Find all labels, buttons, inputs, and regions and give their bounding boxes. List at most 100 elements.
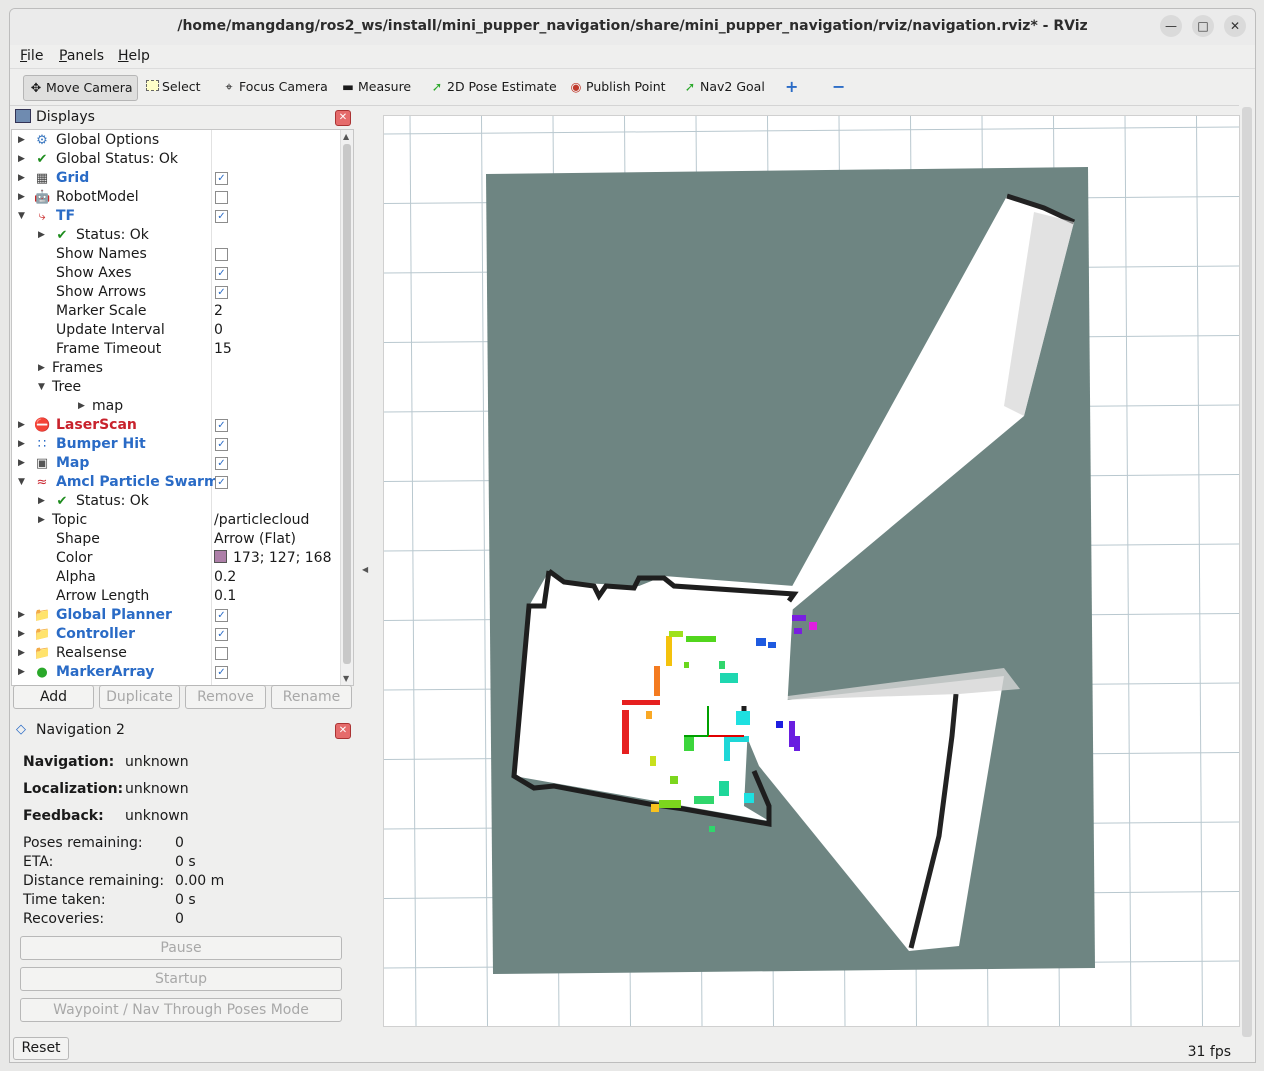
display-enable-checkbox[interactable]: ✓: [215, 267, 228, 280]
expand-right-icon[interactable]: ▶: [18, 644, 25, 663]
display-property-value[interactable]: 0.1: [214, 587, 236, 606]
select-tool[interactable]: Select: [140, 75, 205, 99]
display-row[interactable]: ▶ ⚙ Global Options: [12, 131, 340, 150]
display-enable-checkbox[interactable]: [215, 647, 228, 660]
publish-point-tool[interactable]: ◉ Publish Point: [564, 75, 670, 99]
close-button[interactable]: ✕: [1224, 15, 1246, 37]
display-enable-checkbox[interactable]: ✓: [215, 172, 228, 185]
display-property-value[interactable]: 0.2: [214, 568, 236, 587]
display-row[interactable]: ▶ ● MarkerArray ✓: [12, 663, 340, 682]
display-row[interactable]: Update Interval 0: [12, 321, 340, 340]
display-row[interactable]: ▶ ▣ Map ✓: [12, 454, 340, 473]
expand-right-icon[interactable]: ▶: [18, 606, 25, 625]
pose-estimate-tool[interactable]: ➚ 2D Pose Estimate: [425, 75, 561, 99]
expand-right-icon[interactable]: ▶: [38, 226, 45, 245]
expand-right-icon[interactable]: ▶: [18, 454, 25, 473]
startup-button[interactable]: Startup: [20, 967, 342, 991]
display-enable-checkbox[interactable]: ✓: [215, 628, 228, 641]
waypoint-mode-button[interactable]: Waypoint / Nav Through Poses Mode: [20, 998, 342, 1022]
render-view[interactable]: [383, 115, 1240, 1027]
display-row[interactable]: Show Arrows ✓: [12, 283, 340, 302]
display-row[interactable]: ▶ ✔ Status: Ok: [12, 492, 340, 511]
expand-down-icon[interactable]: ▼: [18, 473, 25, 492]
tree-scrollbar[interactable]: ▲ ▼: [340, 130, 353, 685]
display-enable-checkbox[interactable]: ✓: [215, 286, 228, 299]
display-enable-checkbox[interactable]: ✓: [215, 210, 228, 223]
display-property-value[interactable]: Arrow (Flat): [214, 530, 296, 549]
display-property-value[interactable]: 0: [214, 321, 223, 340]
display-row[interactable]: ▶ Frames: [12, 359, 340, 378]
display-row[interactable]: ▶ Topic/particlecloud: [12, 511, 340, 530]
display-row[interactable]: ▶ ∷ Bumper Hit ✓: [12, 435, 340, 454]
displays-close-button[interactable]: ✕: [335, 110, 351, 126]
display-row[interactable]: ▶ 📁 Realsense: [12, 644, 340, 663]
tree-scroll-thumb[interactable]: [343, 144, 351, 664]
nav2-goal-tool[interactable]: ➚ Nav2 Goal: [678, 75, 769, 99]
move-camera-tool[interactable]: ✥ Move Camera: [23, 75, 138, 101]
display-row[interactable]: ▶ ⛔ LaserScan ✓: [12, 416, 340, 435]
display-property-value[interactable]: /particlecloud: [214, 511, 309, 530]
menu-panels[interactable]: Panels: [59, 48, 104, 64]
display-enable-checkbox[interactable]: ✓: [215, 438, 228, 451]
display-row[interactable]: Marker Scale 2: [12, 302, 340, 321]
display-row[interactable]: ▶ 📁 Global Planner ✓: [12, 606, 340, 625]
display-row[interactable]: ▼ Tree: [12, 378, 340, 397]
display-row[interactable]: ▶ ✔ Global Status: Ok: [12, 150, 340, 169]
navigation-close-button[interactable]: ✕: [335, 723, 351, 739]
expand-right-icon[interactable]: ▶: [38, 359, 45, 378]
remove-display-button[interactable]: Remove: [185, 685, 266, 709]
maximize-button[interactable]: □: [1192, 15, 1214, 37]
display-row[interactable]: Shape Arrow (Flat): [12, 530, 340, 549]
menu-file[interactable]: File: [20, 48, 43, 64]
expand-down-icon[interactable]: ▼: [38, 378, 45, 397]
display-enable-checkbox[interactable]: ✓: [215, 609, 228, 622]
display-row[interactable]: ▼ ⤷ TF ✓: [12, 207, 340, 226]
menu-help[interactable]: Help: [118, 48, 150, 64]
expand-right-icon[interactable]: ▶: [18, 435, 25, 454]
display-row[interactable]: Frame Timeout 15: [12, 340, 340, 359]
expand-right-icon[interactable]: ▶: [18, 169, 25, 188]
focus-camera-tool[interactable]: ⌖ Focus Camera: [217, 75, 332, 99]
display-row[interactable]: Color 173; 127; 168: [12, 549, 340, 568]
display-row[interactable]: ▶ ▦ Grid ✓: [12, 169, 340, 188]
display-enable-checkbox[interactable]: ✓: [215, 419, 228, 432]
display-row[interactable]: Arrow Length 0.1: [12, 587, 340, 606]
display-row[interactable]: ▶ ✔ Status: Ok: [12, 226, 340, 245]
remove-tool-button[interactable]: −: [828, 75, 849, 99]
expand-right-icon[interactable]: ▶: [18, 416, 25, 435]
display-enable-checkbox[interactable]: [215, 248, 228, 261]
expand-right-icon[interactable]: ▶: [18, 663, 25, 682]
expand-right-icon[interactable]: ▶: [78, 397, 85, 416]
display-row[interactable]: ▶ 📁 Controller ✓: [12, 625, 340, 644]
display-property-value[interactable]: 15: [214, 340, 232, 359]
display-property-value[interactable]: 2: [214, 302, 223, 321]
reset-button[interactable]: Reset: [13, 1037, 69, 1060]
measure-tool[interactable]: ▬ Measure: [336, 75, 415, 99]
expand-right-icon[interactable]: ▶: [18, 625, 25, 644]
rename-display-button[interactable]: Rename: [271, 685, 352, 709]
display-row[interactable]: Show Axes ✓: [12, 264, 340, 283]
display-enable-checkbox[interactable]: [215, 191, 228, 204]
pause-button[interactable]: Pause: [20, 936, 342, 960]
display-row[interactable]: Alpha 0.2: [12, 568, 340, 587]
display-enable-checkbox[interactable]: ✓: [215, 476, 228, 489]
display-row[interactable]: ▼ ≈ Amcl Particle Swarm ✓: [12, 473, 340, 492]
display-enable-checkbox[interactable]: ✓: [215, 666, 228, 679]
add-tool-button[interactable]: +: [781, 75, 802, 99]
expand-right-icon[interactable]: ▶: [38, 492, 45, 511]
duplicate-display-button[interactable]: Duplicate: [99, 685, 180, 709]
expand-right-icon[interactable]: ▶: [38, 511, 45, 530]
left-splitter-collapse-icon[interactable]: ◀: [362, 565, 368, 574]
display-row[interactable]: ▶ map: [12, 397, 340, 416]
display-property-value[interactable]: 173; 127; 168: [214, 549, 332, 568]
expand-down-icon[interactable]: ▼: [18, 207, 25, 226]
expand-right-icon[interactable]: ▶: [18, 188, 25, 207]
minimize-button[interactable]: —: [1160, 15, 1182, 37]
expand-right-icon[interactable]: ▶: [18, 150, 25, 169]
right-dock-scrollbar[interactable]: [1242, 107, 1252, 1037]
display-row[interactable]: Show Names: [12, 245, 340, 264]
expand-right-icon[interactable]: ▶: [18, 131, 25, 150]
add-display-button[interactable]: Add: [13, 685, 94, 709]
display-row[interactable]: ▶ 🤖 RobotModel: [12, 188, 340, 207]
display-enable-checkbox[interactable]: ✓: [215, 457, 228, 470]
